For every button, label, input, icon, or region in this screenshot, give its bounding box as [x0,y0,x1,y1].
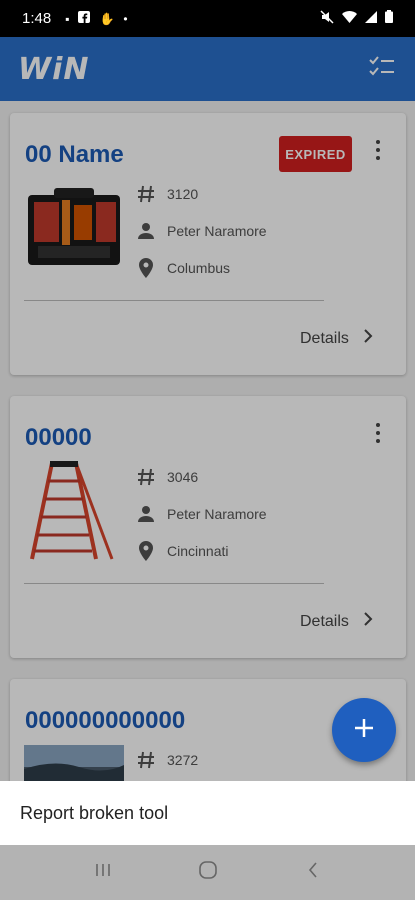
scrim-overlay[interactable] [0,37,415,781]
battery-icon [385,10,393,27]
status-bar: 1:48 ▪ ✋ • [0,0,415,37]
report-broken-tool-option[interactable]: Report broken tool [20,803,168,824]
recent-apps-icon [95,862,111,883]
facebook-icon [78,11,91,26]
signal-indicator-icon: ▪ [65,11,70,26]
add-tool-button[interactable] [332,698,396,762]
back-icon [308,862,318,883]
plus-icon [354,718,374,743]
mute-icon [320,9,334,28]
system-nav-bar [0,845,415,900]
hand-icon: ✋ [99,11,115,26]
cell-signal-icon [365,10,377,27]
status-time: 1:48 [22,10,52,27]
bottom-sheet: Report broken tool [0,781,415,845]
recent-apps-button[interactable] [83,853,123,893]
wifi-icon [342,10,357,27]
home-icon [198,861,217,884]
dot-icon: • [123,11,128,26]
back-button[interactable] [293,853,333,893]
home-button[interactable] [188,853,228,893]
